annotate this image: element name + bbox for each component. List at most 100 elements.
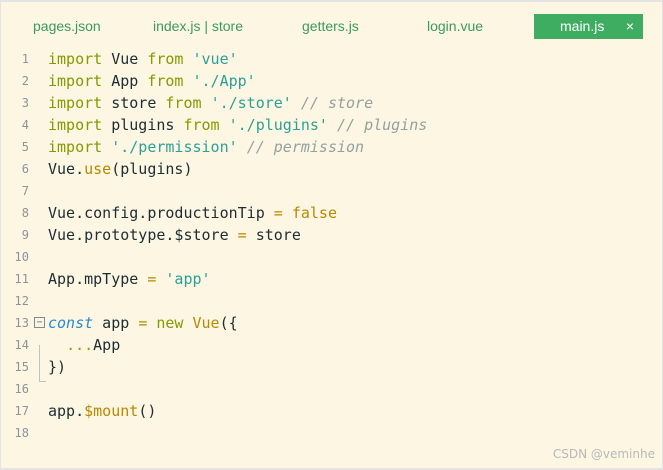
code-token: from — [183, 116, 220, 134]
code-token: App — [102, 72, 148, 90]
code-line: 13− const app = new Vue({ — [1, 312, 662, 334]
tab-login-vue[interactable]: login.vue — [427, 14, 483, 38]
code-text: App.mpType = 'app' — [48, 268, 211, 290]
line-number: 16 — [14, 382, 29, 396]
code-line: 8 Vue.config.productionTip = false — [1, 202, 662, 224]
line-number: 2 — [21, 74, 29, 88]
line-number: 14 — [14, 338, 29, 352]
code-token: () — [138, 402, 157, 420]
code-text: const app = new Vue({ — [48, 312, 238, 334]
tab-main-js[interactable]: main.js × — [534, 14, 643, 39]
code-token: Vue — [192, 314, 220, 332]
line-number: 10 — [14, 250, 29, 264]
line-number: 11 — [14, 272, 29, 286]
code-token: // permission — [246, 138, 365, 156]
line-number: 9 — [21, 228, 29, 242]
code-token: import — [48, 50, 103, 68]
code-token: new — [156, 314, 184, 332]
code-text: import './permission' // permission — [48, 136, 364, 158]
close-icon[interactable]: × — [623, 14, 637, 39]
line-number: 13 — [14, 316, 29, 330]
code-text: ...App — [48, 334, 120, 356]
code-line: 2 import App from './App' — [1, 70, 662, 92]
code-line: 5 import './permission' // permission — [1, 136, 662, 158]
line-number: 3 — [21, 96, 29, 110]
line-number: 6 — [21, 162, 29, 176]
code-token: 'vue' — [192, 50, 238, 68]
editor-tab-bar: pages.json index.js | store getters.js l… — [1, 2, 662, 48]
code-text: import App from './App' — [48, 70, 256, 92]
code-text: import plugins from './plugins' // plugi… — [48, 114, 427, 136]
code-line: 4 import plugins from './plugins' // plug… — [1, 114, 662, 136]
fold-guide-end — [39, 381, 46, 382]
code-text: app.$mount() — [48, 400, 156, 422]
code-token: './plugins' — [228, 116, 328, 134]
code-line: 6 Vue.use(plugins) — [1, 158, 662, 180]
line-number: 15 — [14, 360, 29, 374]
code-token: Vue.config.productionTip — [48, 204, 274, 222]
code-token: use — [84, 160, 112, 178]
code-token: './App' — [192, 72, 256, 90]
code-token: from — [147, 72, 184, 90]
code-line: 17 app.$mount() — [1, 400, 662, 422]
fold-guide-line — [39, 345, 40, 382]
code-line: 15}) — [1, 356, 662, 378]
code-token: (plugins) — [111, 160, 193, 178]
tab-pages-json[interactable]: pages.json — [33, 14, 101, 38]
code-line: 18 — [1, 422, 662, 444]
line-number: 5 — [21, 140, 29, 154]
code-token: import — [48, 138, 103, 156]
code-token: $mount — [84, 402, 139, 420]
code-token: './store' — [210, 94, 292, 112]
fold-toggle-icon[interactable]: − — [34, 317, 45, 328]
code-token: }) — [48, 358, 67, 376]
code-token: Vue. — [48, 160, 85, 178]
code-line: 12 — [1, 290, 662, 312]
code-line: 7 — [1, 180, 662, 202]
code-token: plugins — [102, 116, 184, 134]
code-token: Vue — [102, 50, 148, 68]
line-number: 17 — [14, 404, 29, 418]
code-text: import Vue from 'vue' — [48, 48, 238, 70]
code-token: import — [48, 94, 103, 112]
code-token: = — [273, 204, 283, 222]
code-line: 14 ...App — [1, 334, 662, 356]
code-text: Vue.use(plugins) — [48, 158, 193, 180]
tab-getters-js[interactable]: getters.js — [302, 14, 359, 38]
code-text: Vue.config.productionTip = false — [48, 202, 337, 224]
code-token: = — [138, 314, 148, 332]
line-number: 4 — [21, 118, 29, 132]
code-line: 16 — [1, 378, 662, 400]
code-editor[interactable]: 1 import Vue from 'vue' 2 import App from '… — [1, 48, 662, 448]
code-token: app — [93, 314, 139, 332]
code-token: from — [165, 94, 202, 112]
code-line: 10 — [1, 246, 662, 268]
code-line: 3 import store from './store' // store — [1, 92, 662, 114]
code-token: App — [93, 336, 121, 354]
line-number: 8 — [21, 206, 29, 220]
code-token: import — [48, 116, 103, 134]
code-text: }) — [48, 356, 66, 378]
tab-index-js-store[interactable]: index.js | store — [153, 14, 243, 38]
code-token: App.mpType — [48, 270, 148, 288]
code-text: import store from './store' // store — [48, 92, 373, 114]
code-token: Vue.prototype.$store — [48, 226, 238, 244]
watermark: CSDN @veminhe — [552, 447, 655, 461]
code-token: // store — [300, 94, 374, 112]
code-token: // plugins — [337, 116, 428, 134]
code-line: 1 import Vue from 'vue' — [1, 48, 662, 70]
code-token: false — [291, 204, 337, 222]
code-token: './permission' — [111, 138, 238, 156]
code-text: Vue.prototype.$store = store — [48, 224, 301, 246]
line-number: 18 — [14, 426, 29, 440]
